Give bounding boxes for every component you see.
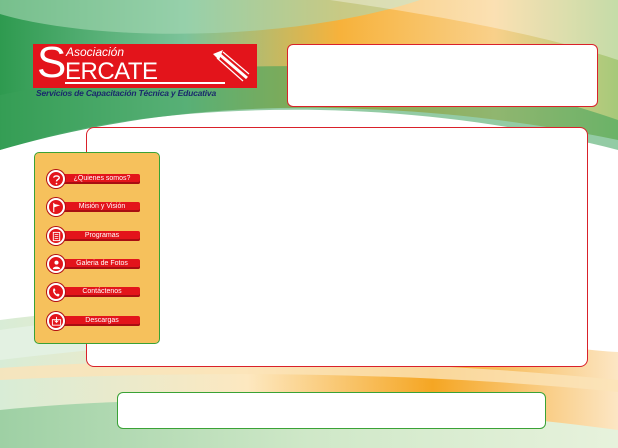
- menu-item-galeria-fotos[interactable]: Galeria de Fotos: [47, 255, 141, 273]
- sidebar-menu: ¿Quienes somos? Misión y Visión Programa…: [34, 152, 160, 344]
- menu-label: Descargas: [85, 317, 119, 324]
- logo-asociacion-text: Asociación: [66, 45, 125, 59]
- menu-item-mision-vision[interactable]: Misión y Visión: [47, 198, 141, 216]
- menu-item-contactenos[interactable]: Contáctenos: [47, 283, 141, 301]
- logo-underline: [65, 82, 225, 84]
- menu-item-descargas[interactable]: Descargas: [47, 312, 141, 330]
- menu-label: Contáctenos: [82, 288, 122, 295]
- logo-tagline: Servicios de Capacitación Técnica y Educ…: [36, 88, 216, 98]
- main-content-panel: [86, 127, 588, 367]
- logo[interactable]: S Asociación ERCATE Servicios de Capacit…: [33, 38, 257, 100]
- menu-label: Misión y Visión: [78, 203, 126, 210]
- menu-item-quienes-somos[interactable]: ¿Quienes somos?: [47, 170, 141, 188]
- logo-letter: S: [37, 38, 67, 87]
- arrow-icon: [213, 50, 250, 82]
- menu-label: Programas: [84, 232, 120, 239]
- footer-box: [117, 392, 546, 429]
- header-content-box: [287, 44, 598, 107]
- menu-item-programas[interactable]: Programas: [47, 227, 141, 245]
- menu-label: ¿Quienes somos?: [73, 175, 131, 182]
- menu-label: Galeria de Fotos: [76, 260, 128, 267]
